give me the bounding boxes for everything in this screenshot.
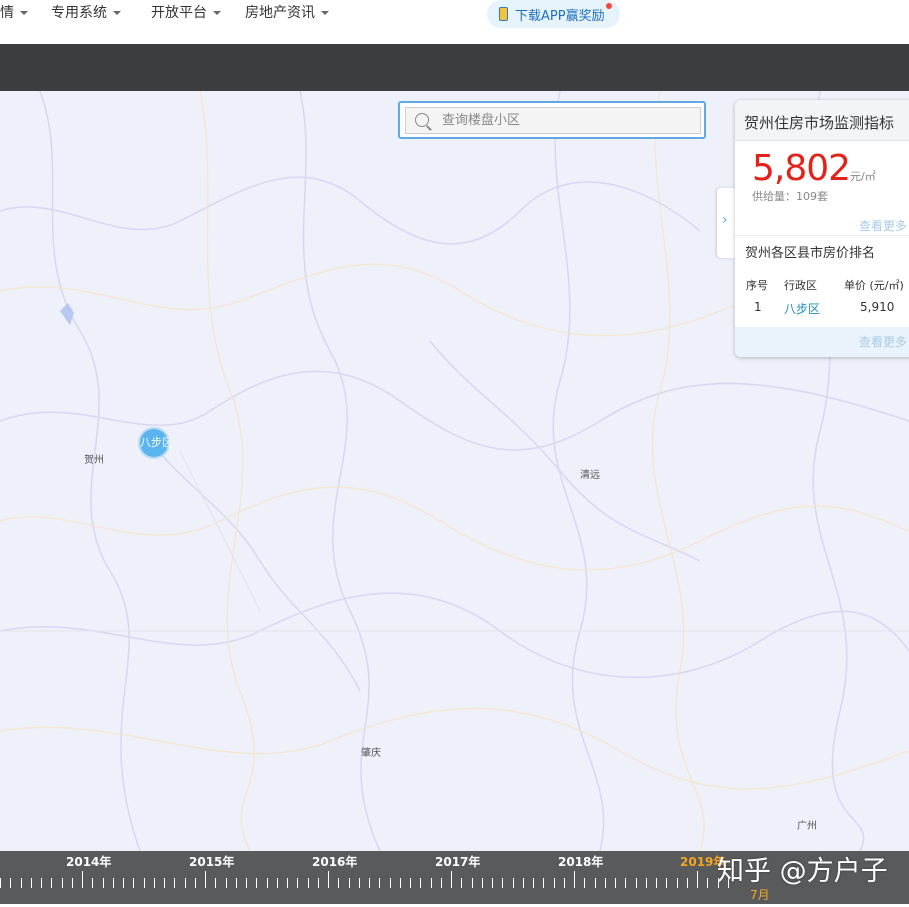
divider (735, 235, 909, 236)
district-cluster-marker[interactable]: 八步区 (140, 429, 173, 457)
city-label-guangzhou: 广州 (797, 821, 817, 832)
nav-item-systems[interactable]: 专用系统 (51, 2, 121, 22)
search-box (398, 101, 706, 139)
nav-item-news[interactable]: 房地产资讯 (245, 2, 329, 22)
chevron-down-icon (20, 11, 28, 15)
view-more-ranking-link[interactable]: 查看更多 (859, 333, 907, 350)
city-label-hezhou: 贺州 (84, 455, 104, 466)
column-header-rank: 序号 (746, 279, 768, 292)
table-cell-district-link[interactable]: 八步区 (784, 300, 820, 317)
search-field (405, 107, 701, 134)
phone-icon (499, 7, 508, 21)
panel-title: 贺州住房市场监测指标 (744, 114, 895, 132)
chevron-down-icon (321, 11, 329, 15)
notification-dot (606, 3, 612, 9)
market-info-panel: 贺州住房市场监测指标 5,802 元/㎡ 供给量：109套 查看更多 贺州各区县… (735, 100, 909, 357)
chevron-down-icon (213, 11, 221, 15)
column-header-price: 单价 (元/㎡) (844, 279, 904, 292)
column-header-district: 行政区 (784, 279, 817, 292)
average-price: 5,802 (752, 148, 851, 189)
toolbar-strip (0, 44, 909, 91)
timeline-active-month: 7月 (750, 888, 770, 902)
table-cell-rank: 1 (754, 300, 762, 314)
search-input[interactable] (442, 111, 692, 129)
city-label-qingyuan: 清远 (580, 470, 600, 481)
table-cell-price: 5,910 (860, 300, 895, 314)
panel-toggle-button[interactable]: › (717, 188, 735, 258)
top-nav: 情 专用系统 开放平台 房地产资讯 下载APP赢奖励 (0, 0, 909, 45)
view-more-link[interactable]: 查看更多 (859, 217, 907, 234)
chevron-right-icon: › (722, 212, 728, 228)
ranking-title: 贺州各区县市房价排名 (745, 246, 876, 261)
search-icon[interactable] (415, 113, 429, 127)
city-label-zhaoqing: 肇庆 (361, 748, 381, 759)
price-unit: 元/㎡ (850, 170, 876, 183)
nav-item-market[interactable]: 情 (0, 2, 28, 22)
chevron-down-icon (113, 11, 121, 15)
download-app-button[interactable]: 下载APP赢奖励 (487, 0, 620, 28)
watermark: 知乎 @方户子 (717, 856, 888, 887)
supply-count: 供给量：109套 (752, 190, 828, 203)
nav-item-open-platform[interactable]: 开放平台 (151, 2, 221, 22)
